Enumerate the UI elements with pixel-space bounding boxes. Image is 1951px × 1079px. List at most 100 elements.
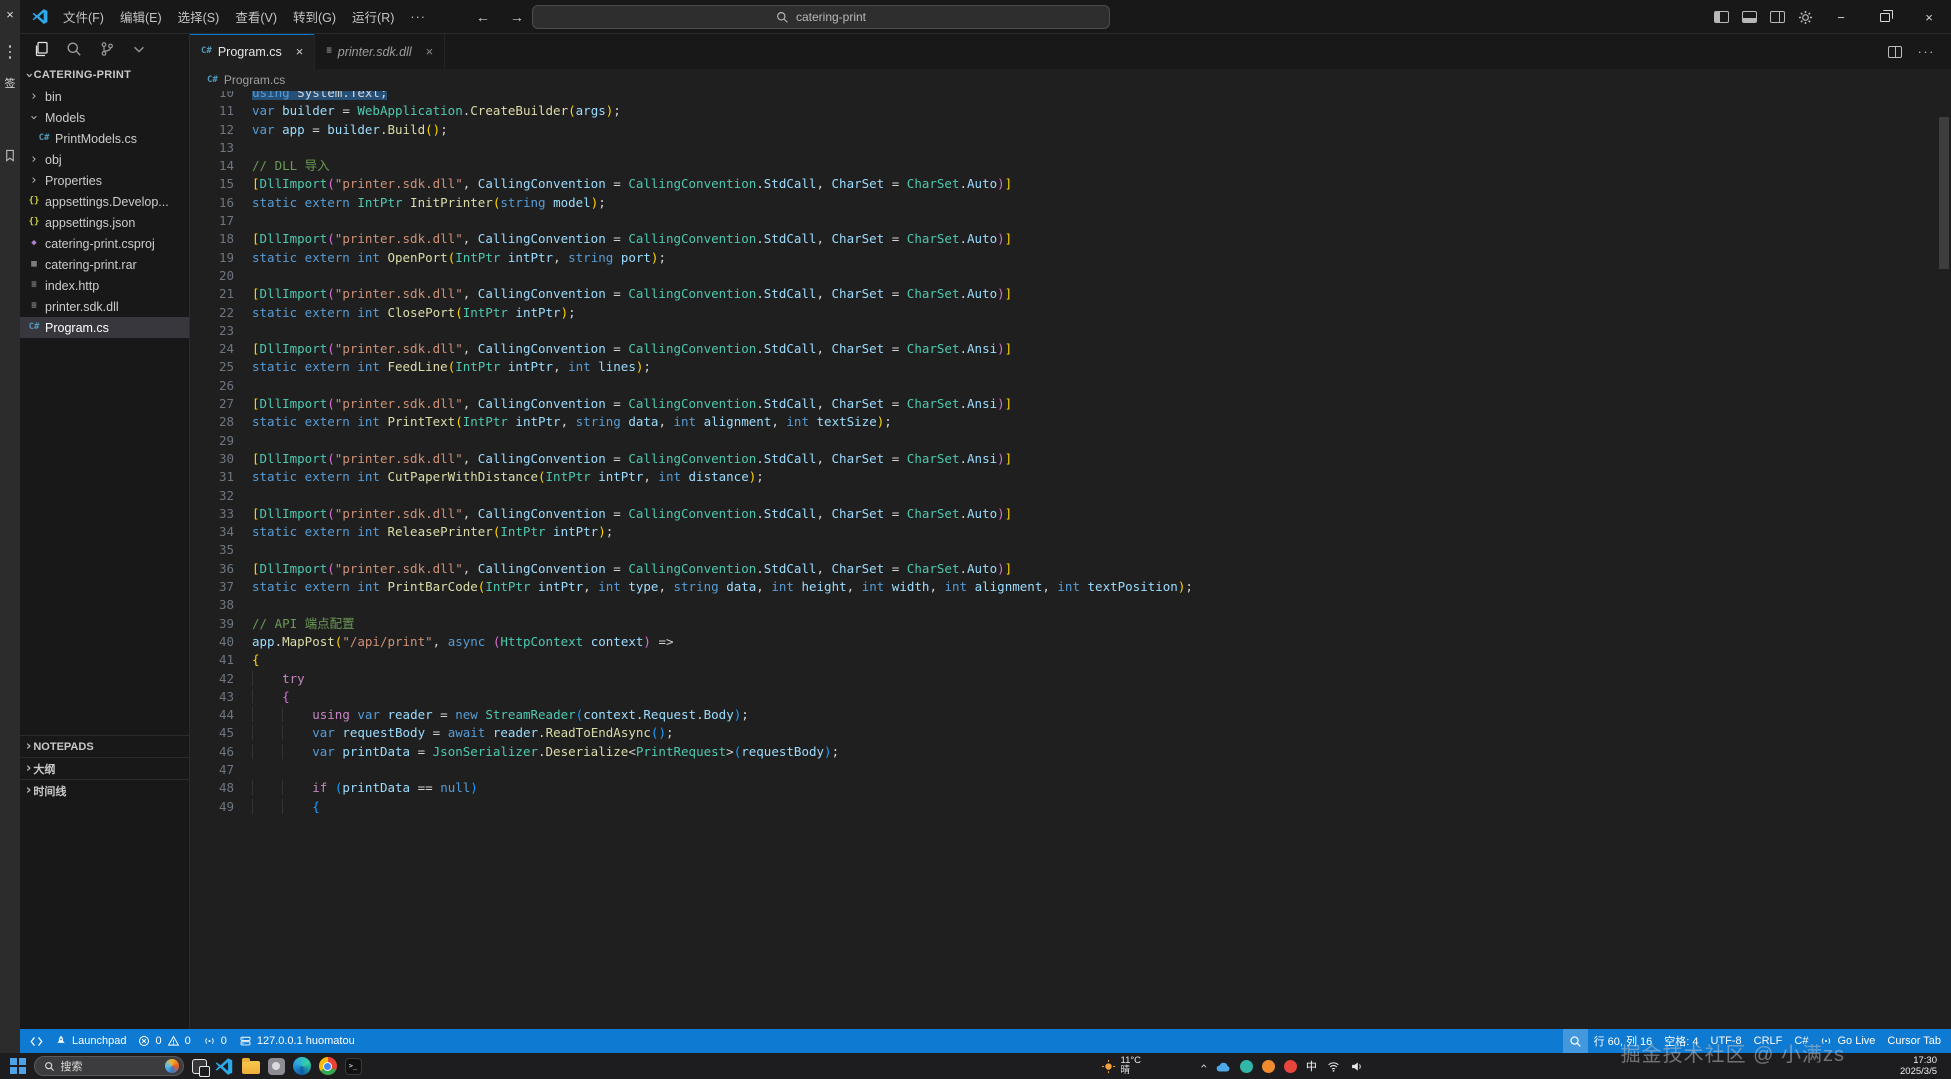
- menu-edit[interactable]: 编辑(E): [112, 7, 170, 26]
- launchpad-button[interactable]: Launchpad: [49, 1029, 132, 1053]
- more-actions-icon[interactable]: ···: [1918, 44, 1936, 59]
- server-button[interactable]: 127.0.0.1 huomatou: [233, 1029, 361, 1053]
- taskbar-app-gray[interactable]: [267, 1057, 285, 1075]
- back-icon[interactable]: ←: [476, 9, 490, 25]
- chevron-icon: ›: [21, 72, 37, 78]
- toggle-sidebar-button[interactable]: [1707, 0, 1735, 34]
- bookmark-icon[interactable]: [4, 149, 16, 167]
- sidebar-sections: › NOTEPADS › 大纲 › 时间线: [20, 735, 189, 801]
- tree-item-catering-print.rar[interactable]: ▦ catering-print.rar: [20, 254, 189, 275]
- search-icon[interactable]: [66, 41, 82, 57]
- title-bar: 文件(F) 编辑(E) 选择(S) 查看(V) 转到(G) 运行(R) ··· …: [20, 0, 1951, 34]
- task-view-button[interactable]: [191, 1058, 210, 1077]
- tree-item-label: Properties: [45, 173, 102, 188]
- zoom-indicator[interactable]: [1562, 1029, 1588, 1053]
- wifi-icon[interactable]: [1326, 1060, 1341, 1073]
- tree-item-Properties[interactable]: › Properties: [20, 170, 189, 191]
- taskbar-vscode[interactable]: [215, 1057, 234, 1076]
- close-icon[interactable]: ×: [296, 44, 304, 59]
- menu-more-icon[interactable]: ···: [402, 10, 434, 24]
- breadcrumb[interactable]: C# Program.cs: [190, 69, 1951, 91]
- cursor-tab-button[interactable]: Cursor Tab: [1881, 1029, 1947, 1053]
- cloud-icon[interactable]: [1215, 1060, 1231, 1073]
- taskbar-chrome[interactable]: [318, 1057, 337, 1075]
- gear-icon: [1798, 10, 1812, 24]
- split-editor-icon[interactable]: [1887, 45, 1902, 58]
- customize-layout-button[interactable]: [1791, 0, 1819, 34]
- forward-icon[interactable]: →: [510, 9, 524, 25]
- tree-item-index.http[interactable]: ≡ index.http: [20, 275, 189, 296]
- sidebar-section-大纲[interactable]: › 大纲: [20, 757, 189, 779]
- problems-button[interactable]: 0 0: [132, 1029, 196, 1053]
- speaker-icon[interactable]: [1350, 1060, 1364, 1073]
- rocket-icon: [57, 1035, 65, 1044]
- command-center-search[interactable]: catering-print: [532, 5, 1110, 29]
- code-editor[interactable]: 10 using System.Text; 11 var builder = WebA…: [190, 91, 1951, 1029]
- line-number: 36: [218, 560, 234, 576]
- restore-button[interactable]: [1863, 0, 1907, 34]
- toggle-panel-button[interactable]: [1735, 0, 1763, 34]
- tree-item-appsettings.Develop...[interactable]: {} appsettings.Develop...: [20, 191, 189, 212]
- tree-item-obj[interactable]: › obj: [20, 149, 189, 170]
- menu-selection[interactable]: 选择(S): [170, 7, 228, 26]
- line-number: 17: [218, 213, 234, 229]
- sidebar-section-时间线[interactable]: › 时间线: [20, 779, 189, 801]
- weather-widget[interactable]: 11°C 晴: [1101, 1056, 1141, 1076]
- bing-daily-icon: [164, 1059, 179, 1073]
- chevron-down-icon[interactable]: [132, 42, 146, 56]
- kebab-menu-icon[interactable]: [8, 45, 12, 59]
- editor-scrollbar[interactable]: [1937, 91, 1951, 1029]
- tree-item-appsettings.json[interactable]: {} appsettings.json: [20, 212, 189, 233]
- ports-button[interactable]: 0: [197, 1029, 233, 1053]
- code-line-11: 11 var builder = WebApplication.CreateBui…: [190, 102, 1951, 120]
- menu-run[interactable]: 运行(R): [344, 7, 402, 26]
- sidebar-section-NOTEPADS[interactable]: › NOTEPADS: [20, 735, 189, 757]
- menu-goto[interactable]: 转到(G): [285, 7, 344, 26]
- tray-app-red-icon[interactable]: [1283, 1059, 1297, 1073]
- menu-view[interactable]: 查看(V): [227, 7, 285, 26]
- tray-expand-icon[interactable]: ›: [1196, 1064, 1210, 1069]
- start-button[interactable]: [10, 1058, 26, 1074]
- csharp-file-icon: C#: [207, 74, 218, 85]
- tree-item-bin[interactable]: › bin: [20, 86, 189, 107]
- code-line-25: 25 static extern int FeedLine(IntPtr intP…: [190, 358, 1951, 376]
- source-control-icon[interactable]: [99, 41, 115, 57]
- remote-indicator[interactable]: [24, 1029, 49, 1053]
- window-close-button[interactable]: ×: [1907, 0, 1951, 34]
- tree-item-PrintModels.cs[interactable]: C# PrintModels.cs: [20, 128, 189, 149]
- taskbar-clock[interactable]: 17:30 2025/3/5: [1900, 1055, 1937, 1077]
- tab-Program.cs[interactable]: C# Program.cs ×: [190, 34, 316, 69]
- tree-item-printer.sdk.dll[interactable]: ≡ printer.sdk.dll: [20, 296, 189, 317]
- ime-indicator[interactable]: 中: [1306, 1058, 1317, 1074]
- scrollbar-thumb[interactable]: [1939, 117, 1949, 269]
- tree-item-Models[interactable]: › Models: [20, 107, 189, 128]
- menu-file[interactable]: 文件(F): [55, 7, 112, 26]
- server-label: 127.0.0.1 huomatou: [256, 1035, 355, 1047]
- panel-bottom-icon: [1741, 11, 1757, 23]
- watermark: 掘金技术社区 @ 小满zs: [1620, 1044, 1845, 1066]
- close-icon[interactable]: ×: [426, 44, 434, 59]
- tab-printer.sdk.dll[interactable]: ≡ printer.sdk.dll ×: [315, 34, 446, 69]
- tree-item-label: appsettings.json: [45, 215, 136, 230]
- taskbar-terminal[interactable]: >_: [344, 1057, 362, 1075]
- tab-label: printer.sdk.dll: [337, 44, 412, 59]
- taskbar-file-explorer[interactable]: [241, 1058, 260, 1074]
- tray-app-teal-icon[interactable]: [1239, 1059, 1253, 1073]
- file-file-icon: ≡: [326, 46, 332, 56]
- taskbar-edge[interactable]: [292, 1057, 311, 1075]
- taskbar-search[interactable]: 搜索: [33, 1056, 184, 1076]
- explorer-icon[interactable]: [33, 41, 49, 57]
- tray-app-orange-icon[interactable]: [1261, 1059, 1275, 1073]
- code-line-21: 21 [DllImport("printer.sdk.dll", CallingC…: [190, 285, 1951, 303]
- close-icon[interactable]: ×: [6, 8, 14, 21]
- code-line-24: 24 [DllImport("printer.sdk.dll", CallingC…: [190, 340, 1951, 358]
- line-number: 22: [218, 304, 234, 320]
- toggle-secondary-sidebar-button[interactable]: [1763, 0, 1791, 34]
- magnifier-icon: [1569, 1035, 1581, 1047]
- line-number: 15: [218, 176, 234, 192]
- tree-item-Program.cs[interactable]: C# Program.cs: [20, 317, 189, 338]
- tree-item-catering-print.csproj[interactable]: ◆ catering-print.csproj: [20, 233, 189, 254]
- explorer-section-header[interactable]: › CATERING-PRINT: [20, 64, 189, 86]
- line-number: 25: [218, 359, 234, 375]
- minimize-button[interactable]: −: [1819, 0, 1863, 34]
